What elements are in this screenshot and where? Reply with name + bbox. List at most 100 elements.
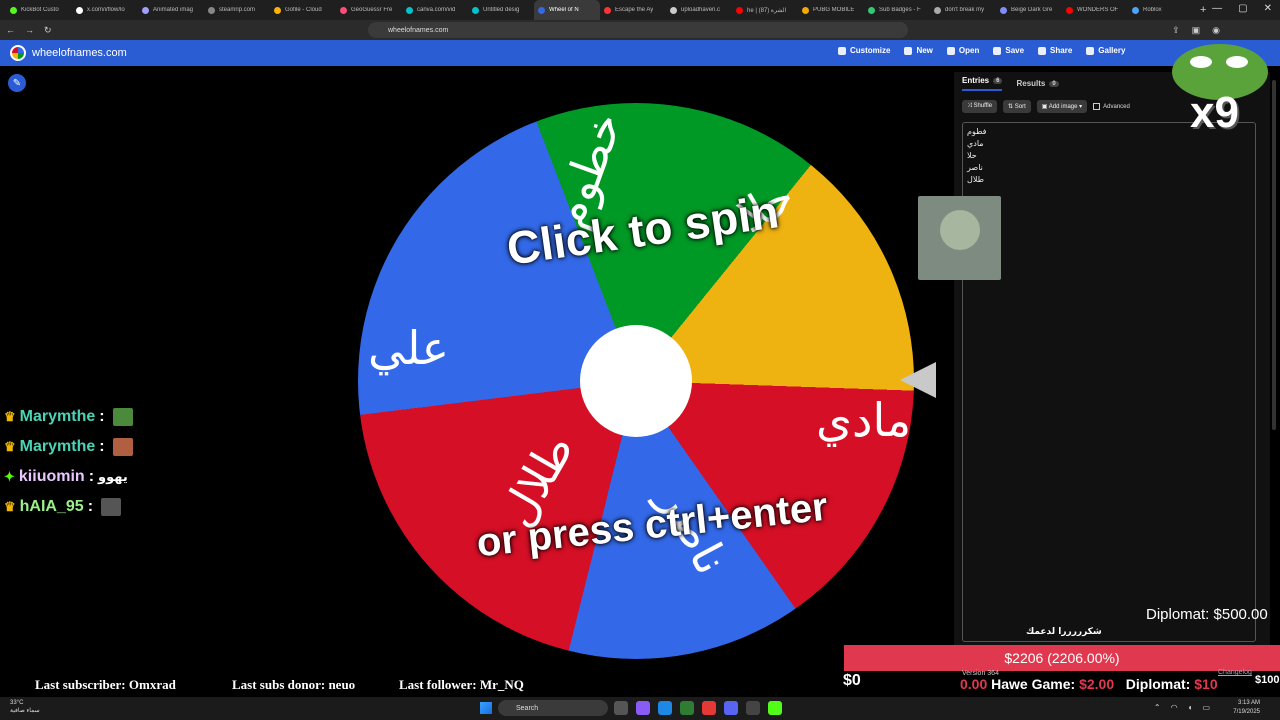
copilot-icon[interactable] [636,701,650,715]
browser-tab[interactable]: x.com/i/flow/lo [72,0,138,20]
shuffle-button[interactable]: ⤨ Shuffle [962,100,998,113]
tab-label: Beige Dark Gre [1011,7,1053,13]
reload-icon[interactable]: ↻ [44,25,52,36]
wheel-hub[interactable] [580,325,692,437]
menu-customize[interactable]: Customize [838,46,890,55]
chat-emote-icon [112,408,133,426]
crown-icon: ♛ [4,439,16,454]
browser-tab[interactable]: Wheel of N [534,0,600,20]
chat-username[interactable]: kiiuomin [19,468,85,486]
entries-textarea[interactable]: فطوم مادي حلا ناصر طلال [962,122,1256,642]
kick-icon[interactable] [768,701,782,715]
url-input[interactable]: wheelofnames.com [368,22,908,38]
browser-tab[interactable]: canva.com/vid [402,0,468,20]
chat-message: ✦ kiiuomin: يهوو [4,462,133,492]
store-icon[interactable] [680,701,694,715]
task-view-icon[interactable] [614,701,628,715]
tab-favicon-icon [604,6,611,14]
donation-goal-bar: $2206 (2206.00%) [844,645,1280,671]
minimize-icon[interactable]: — [1212,3,1222,14]
advanced-toggle[interactable]: Advanced [1093,100,1130,113]
diplomat-donation: Diplomat: $500.00 [1146,606,1268,623]
panel-tabs: Entries 6 Results 0 [962,76,1059,91]
menu-open[interactable]: Open [946,46,979,55]
chevron-up-icon[interactable]: ⌃ [1154,703,1161,712]
chat-username[interactable]: Marymthe [20,438,96,456]
browser-tab[interactable]: Gofile - Cloud [270,0,336,20]
tab-favicon-icon [802,6,809,14]
tab-label: steamrip.com [219,7,256,13]
tab-favicon-icon [76,6,83,14]
tab-favicon-icon [340,6,347,14]
changelog-link[interactable]: Changelog [1218,669,1252,676]
volume-icon[interactable]: ◖ [1188,703,1193,712]
menu-save[interactable]: Save [993,46,1024,55]
browser-icon[interactable] [702,701,716,715]
menu-share[interactable]: Share [1038,46,1072,55]
wheel-logo-icon[interactable] [10,45,26,61]
tab-label: KickBot Custo [21,7,59,13]
browser-tab[interactable]: PUBG MOBILE [798,0,864,20]
entries-count-badge: 6 [993,77,1003,84]
maximize-icon[interactable]: ▢ [1238,3,1247,14]
chat-separator: : [87,498,94,515]
browser-tab[interactable]: Sub Badges - F [864,0,930,20]
weather-widget[interactable]: 33°C سماء صافية [10,699,40,715]
sort-button[interactable]: ⇅ Sort [1003,100,1031,113]
back-icon[interactable]: ← [6,25,15,35]
clock[interactable]: 3:13 AM 7/19/2025 [1233,699,1260,717]
goal-details: 0.00 Hawe Game: $2.00 Diplomat: $10 [960,676,1218,692]
browser-tab[interactable]: steamrip.com [204,0,270,20]
tab-favicon-icon [1000,6,1007,14]
entry-line: حلا [967,151,977,160]
sort-label: Sort [1014,104,1026,110]
discord-icon[interactable] [724,701,738,715]
windows-start-icon[interactable] [480,702,492,714]
tab-entries[interactable]: Entries 6 [962,76,1003,91]
browser-tab[interactable]: GeoGuessr Fre [336,0,402,20]
tab-label: he | الشرة (87) [747,7,787,14]
browser-tab[interactable]: uploadhaven.c [666,0,732,20]
results-count-badge: 0 [1049,80,1059,87]
tab-results[interactable]: Results 0 [1016,76,1059,91]
browser-tab[interactable]: Untitled desig [468,0,534,20]
chat-username[interactable]: hAIA_95 [20,498,84,516]
tab-label: WONDERS OF [1077,7,1119,13]
site-title[interactable]: wheelofnames.com [32,47,127,59]
wheel[interactable]: خطوم حلا مادي ناصر طلال علي Click to spi… [358,103,914,659]
wifi-icon[interactable]: ◠ [1171,703,1178,712]
hawe-value: $2.00 [1079,676,1115,692]
close-icon[interactable]: ✕ [1264,3,1272,14]
tab-entries-label: Entries [962,76,990,85]
chat-username[interactable]: Marymthe [20,408,96,426]
browser-tab[interactable]: WONDERS OF [1062,0,1128,20]
tab-favicon-icon [670,6,677,14]
menu-gallery[interactable]: Gallery [1086,46,1125,55]
steam-icon[interactable] [746,701,760,715]
new-tab-button[interactable]: + [1200,4,1206,16]
browser-tab[interactable]: Roblox [1128,0,1194,20]
browser-tab-bar: KickBot Custo x.com/i/flow/lo Animated ima… [0,0,1280,20]
browser-tab[interactable]: don't break my [930,0,996,20]
browser-tab[interactable]: Escape the Ay [600,0,666,20]
browser-tab[interactable]: Beige Dark Gre [996,0,1062,20]
taskbar-search[interactable]: Search [498,700,608,716]
browser-tab[interactable]: he | الشرة (87) [732,0,798,20]
panel-toolbar: ⤨ Shuffle ⇅ Sort ▣ Add image ▾ Advanced [962,100,1130,113]
last-follower: Last follower: Mr_NQ [399,677,524,692]
edit-pencil-icon[interactable]: ✎ [8,74,26,92]
add-image-button[interactable]: ▣ Add image ▾ [1036,100,1088,113]
browser-tab[interactable]: Animated imag [138,0,204,20]
browser-tab[interactable]: KickBot Custo [6,0,72,20]
tab-favicon-icon [10,6,17,14]
edge-icon[interactable] [658,701,672,715]
battery-icon[interactable]: ▭ [1202,703,1210,712]
advanced-checkbox[interactable] [1093,103,1101,110]
forward-icon[interactable]: → [25,25,34,35]
tab-label: GeoGuessr Fre [351,7,393,13]
weather-temp: 33°C [10,700,24,706]
clock-date: 7/19/2025 [1233,709,1260,715]
page-scrollbar[interactable] [1272,80,1276,430]
menu-new[interactable]: New [904,46,933,55]
tab-label: Sub Badges - F [879,7,921,13]
